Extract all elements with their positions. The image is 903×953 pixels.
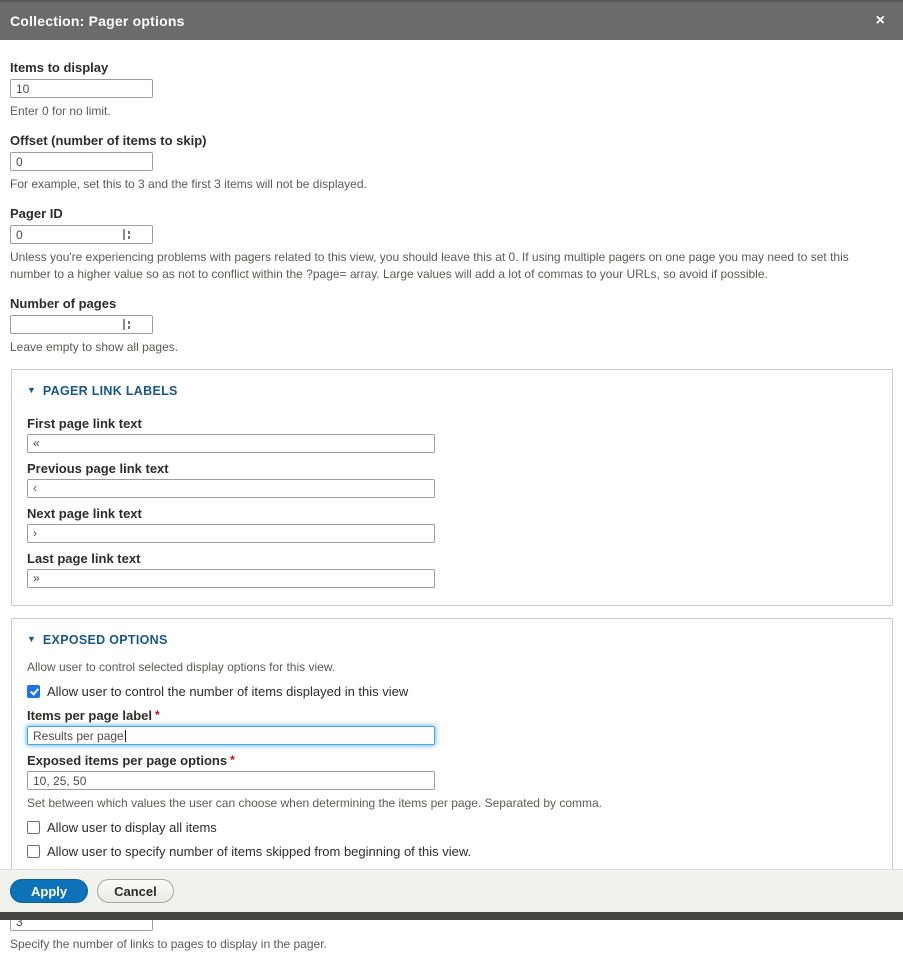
first-page-link-label: First page link text	[27, 416, 877, 431]
apply-button[interactable]: Apply	[10, 879, 88, 903]
previous-page-link-input[interactable]	[27, 479, 435, 498]
allow-control-items-label: Allow user to control the number of item…	[47, 684, 408, 699]
items-to-display-description: Enter 0 for no limit.	[10, 103, 890, 119]
text-caret	[125, 730, 126, 742]
required-marker: *	[230, 753, 235, 767]
exposed-items-options-input[interactable]	[27, 771, 435, 790]
exposed-items-options-field: Exposed items per page options* Set betw…	[27, 753, 877, 811]
checkbox-icon[interactable]	[27, 821, 40, 834]
number-of-pages-label: Number of pages	[10, 296, 893, 311]
pager-link-labels-summary[interactable]: ▼ PAGER LINK LABELS	[27, 382, 877, 400]
dialog-title: Collection: Pager options	[10, 13, 185, 29]
next-page-link-label: Next page link text	[27, 506, 877, 521]
pager-id-description: Unless you're experiencing problems with…	[10, 249, 890, 281]
exposed-options-fieldset: ▼ EXPOSED OPTIONS Allow user to control s…	[11, 618, 893, 877]
exposed-options-description: Allow user to control selected display o…	[27, 659, 877, 675]
pager-link-labels-fieldset: ▼PAGER LINK LABELS First page link text …	[11, 369, 893, 606]
last-page-link-field: Last page link text	[27, 551, 877, 588]
exposed-options-legend: EXPOSED OPTIONS	[43, 633, 168, 647]
pager-id-label: Pager ID	[10, 206, 893, 221]
checkbox-icon[interactable]	[27, 685, 40, 698]
first-page-link-input[interactable]	[27, 434, 435, 453]
pager-id-input[interactable]	[10, 225, 153, 244]
pager-links-visible-description: Specify the number of links to pages to …	[10, 936, 890, 952]
required-marker: *	[155, 708, 160, 722]
dialog-footer: Apply Cancel	[0, 869, 903, 920]
collapse-arrow-icon: ▼	[27, 385, 36, 395]
allow-specify-skipped-checkbox-row[interactable]: Allow user to specify number of items sk…	[27, 844, 877, 859]
items-per-page-label-label: Items per page label*	[27, 708, 877, 723]
next-page-link-field: Next page link text	[27, 506, 877, 543]
pager-id-field: Pager ID Unless you're experiencing prob…	[10, 206, 893, 281]
number-of-pages-description: Leave empty to show all pages.	[10, 339, 890, 355]
allow-display-all-label: Allow user to display all items	[47, 820, 217, 835]
first-page-link-field: First page link text	[27, 416, 877, 453]
items-to-display-input[interactable]	[10, 79, 153, 98]
page-background-strip	[0, 912, 903, 920]
last-page-link-label: Last page link text	[27, 551, 877, 566]
exposed-options-summary[interactable]: ▼ EXPOSED OPTIONS	[27, 631, 877, 649]
dialog-titlebar: Collection: Pager options ×	[0, 0, 903, 40]
pager-link-labels-legend: PAGER LINK LABELS	[43, 384, 178, 398]
items-to-display-field: Items to display Enter 0 for no limit.	[10, 60, 893, 119]
collapse-arrow-icon: ▼	[27, 634, 36, 644]
last-page-link-input[interactable]	[27, 569, 435, 588]
previous-page-link-label: Previous page link text	[27, 461, 877, 476]
number-spinner-icon[interactable]	[123, 319, 131, 330]
exposed-items-options-label: Exposed items per page options*	[27, 753, 877, 768]
allow-control-items-checkbox-row[interactable]: Allow user to control the number of item…	[27, 684, 877, 699]
previous-page-link-field: Previous page link text	[27, 461, 877, 498]
number-of-pages-input[interactable]	[10, 315, 153, 334]
offset-label: Offset (number of items to skip)	[10, 133, 893, 148]
exposed-items-options-description: Set between which values the user can ch…	[27, 795, 877, 811]
checkbox-icon[interactable]	[27, 845, 40, 858]
items-per-page-label-input[interactable]: Results per page	[27, 726, 435, 745]
allow-display-all-checkbox-row[interactable]: Allow user to display all items	[27, 820, 877, 835]
number-of-pages-field: Number of pages Leave empty to show all …	[10, 296, 893, 355]
dialog-content: Items to display Enter 0 for no limit. O…	[0, 40, 903, 953]
offset-input[interactable]	[10, 152, 153, 171]
next-page-link-input[interactable]	[27, 524, 435, 543]
offset-description: For example, set this to 3 and the first…	[10, 176, 890, 192]
allow-specify-skipped-label: Allow user to specify number of items sk…	[47, 844, 471, 859]
number-spinner-icon[interactable]	[123, 229, 131, 240]
items-per-page-label-field: Items per page label* Results per page	[27, 708, 877, 745]
cancel-button[interactable]: Cancel	[97, 879, 174, 903]
items-to-display-label: Items to display	[10, 60, 893, 75]
offset-field: Offset (number of items to skip) For exa…	[10, 133, 893, 192]
close-icon[interactable]: ×	[872, 11, 889, 31]
